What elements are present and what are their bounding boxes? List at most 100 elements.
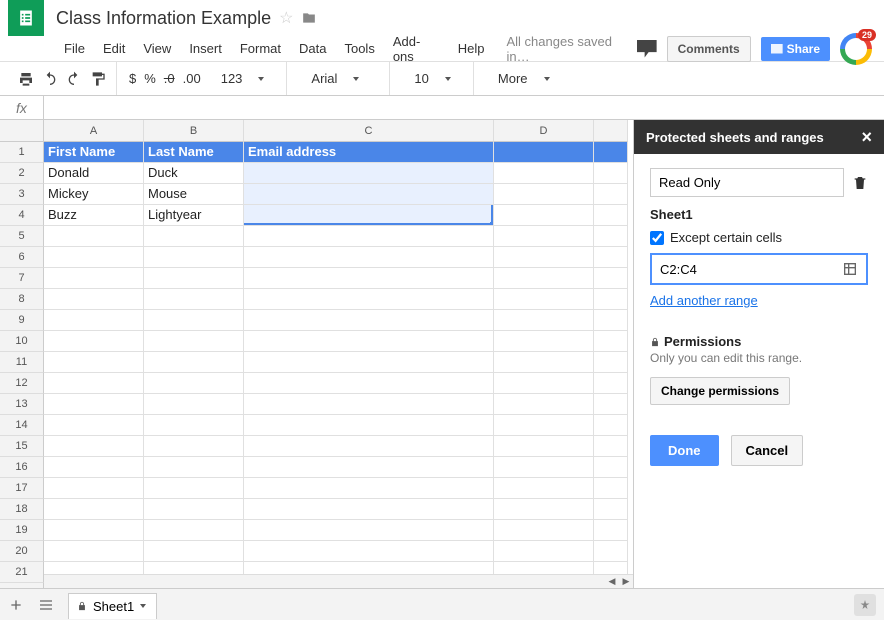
cell-B10[interactable] [144,331,244,352]
cell-A8[interactable] [44,289,144,310]
cell-E18[interactable] [594,499,628,520]
cell-E2[interactable] [594,163,628,184]
increase-decimal[interactable]: .00 [183,71,201,86]
cell-C6[interactable] [244,247,494,268]
row-header-19[interactable]: 19 [0,520,44,541]
cell-C19[interactable] [244,520,494,541]
except-cells-input[interactable] [650,231,664,245]
cell-D3[interactable] [494,184,594,205]
cell-C15[interactable] [244,436,494,457]
row-header-4[interactable]: 4 [0,205,44,226]
cell-C17[interactable] [244,478,494,499]
font-size-select[interactable]: 10 [402,71,462,86]
cell-E6[interactable] [594,247,628,268]
delete-icon[interactable] [852,174,868,192]
cell-A9[interactable] [44,310,144,331]
menu-edit[interactable]: Edit [95,37,133,60]
cell-A10[interactable] [44,331,144,352]
scroll-right-icon[interactable]: ▶ [619,576,633,587]
cell-D8[interactable] [494,289,594,310]
select-all-corner[interactable] [0,120,44,142]
cell-E14[interactable] [594,415,628,436]
cell-A13[interactable] [44,394,144,415]
row-header-14[interactable]: 14 [0,415,44,436]
row-header-16[interactable]: 16 [0,457,44,478]
cell-B5[interactable] [144,226,244,247]
cell-B8[interactable] [144,289,244,310]
header-cell[interactable]: Last Name [144,142,244,163]
cell-E5[interactable] [594,226,628,247]
cell-C9[interactable] [244,310,494,331]
cell-A11[interactable] [44,352,144,373]
row-header-5[interactable]: 5 [0,226,44,247]
cell-D10[interactable] [494,331,594,352]
menu-help[interactable]: Help [450,37,493,60]
cell-C5[interactable] [244,226,494,247]
header-cell[interactable] [594,142,628,163]
except-cells-checkbox[interactable]: Except certain cells [650,230,868,245]
share-button[interactable]: Share [761,37,830,61]
cell-C4[interactable] [244,205,494,226]
row-header-15[interactable]: 15 [0,436,44,457]
cell-B4[interactable]: Lightyear [144,205,244,226]
column-header-extra[interactable] [594,120,628,142]
header-cell[interactable]: Email address [244,142,494,163]
cell-E4[interactable] [594,205,628,226]
row-header-1[interactable]: 1 [0,142,44,163]
cell-B12[interactable] [144,373,244,394]
paint-format-icon[interactable] [90,71,106,87]
cell-D15[interactable] [494,436,594,457]
cell-D16[interactable] [494,457,594,478]
cell-A6[interactable] [44,247,144,268]
decrease-decimal[interactable]: .0 [164,71,175,86]
cell-B19[interactable] [144,520,244,541]
cell-C3[interactable] [244,184,494,205]
cell-D4[interactable] [494,205,594,226]
cell-E3[interactable] [594,184,628,205]
more-tools[interactable]: More [486,71,562,86]
cell-C10[interactable] [244,331,494,352]
document-title[interactable]: Class Information Example [56,8,271,29]
cell-A18[interactable] [44,499,144,520]
cell-A2[interactable]: Donald [44,163,144,184]
menu-tools[interactable]: Tools [336,37,382,60]
cell-E8[interactable] [594,289,628,310]
redo-icon[interactable] [66,71,82,87]
star-icon[interactable]: ☆ [279,8,293,28]
close-icon[interactable]: × [861,128,872,146]
cell-E19[interactable] [594,520,628,541]
header-cell[interactable] [494,142,594,163]
row-header-20[interactable]: 20 [0,541,44,562]
add-range-link[interactable]: Add another range [650,293,758,308]
account-avatar[interactable]: 29 [840,33,872,65]
cell-A16[interactable] [44,457,144,478]
range-input[interactable] [660,262,842,277]
cell-A14[interactable] [44,415,144,436]
select-range-icon[interactable] [842,261,858,277]
sheet-tab-1[interactable]: Sheet1 [68,593,157,619]
column-header-C[interactable]: C [244,120,494,142]
row-header-18[interactable]: 18 [0,499,44,520]
horizontal-scrollbar[interactable]: ◀ ▶ [44,574,633,588]
all-sheets-icon[interactable] [38,597,54,613]
cell-A15[interactable] [44,436,144,457]
cell-E20[interactable] [594,541,628,562]
cell-A17[interactable] [44,478,144,499]
cell-A4[interactable]: Buzz [44,205,144,226]
cell-B11[interactable] [144,352,244,373]
cell-E7[interactable] [594,268,628,289]
move-folder-icon[interactable] [301,11,317,25]
cell-B14[interactable] [144,415,244,436]
column-header-A[interactable]: A [44,120,144,142]
format-percent[interactable]: % [144,71,156,86]
cell-D11[interactable] [494,352,594,373]
change-permissions-button[interactable]: Change permissions [650,377,790,405]
cell-B16[interactable] [144,457,244,478]
cell-C18[interactable] [244,499,494,520]
row-header-10[interactable]: 10 [0,331,44,352]
menu-file[interactable]: File [56,37,93,60]
description-input[interactable] [650,168,844,197]
range-input-wrapper[interactable] [650,253,868,285]
row-header-6[interactable]: 6 [0,247,44,268]
column-header-B[interactable]: B [144,120,244,142]
